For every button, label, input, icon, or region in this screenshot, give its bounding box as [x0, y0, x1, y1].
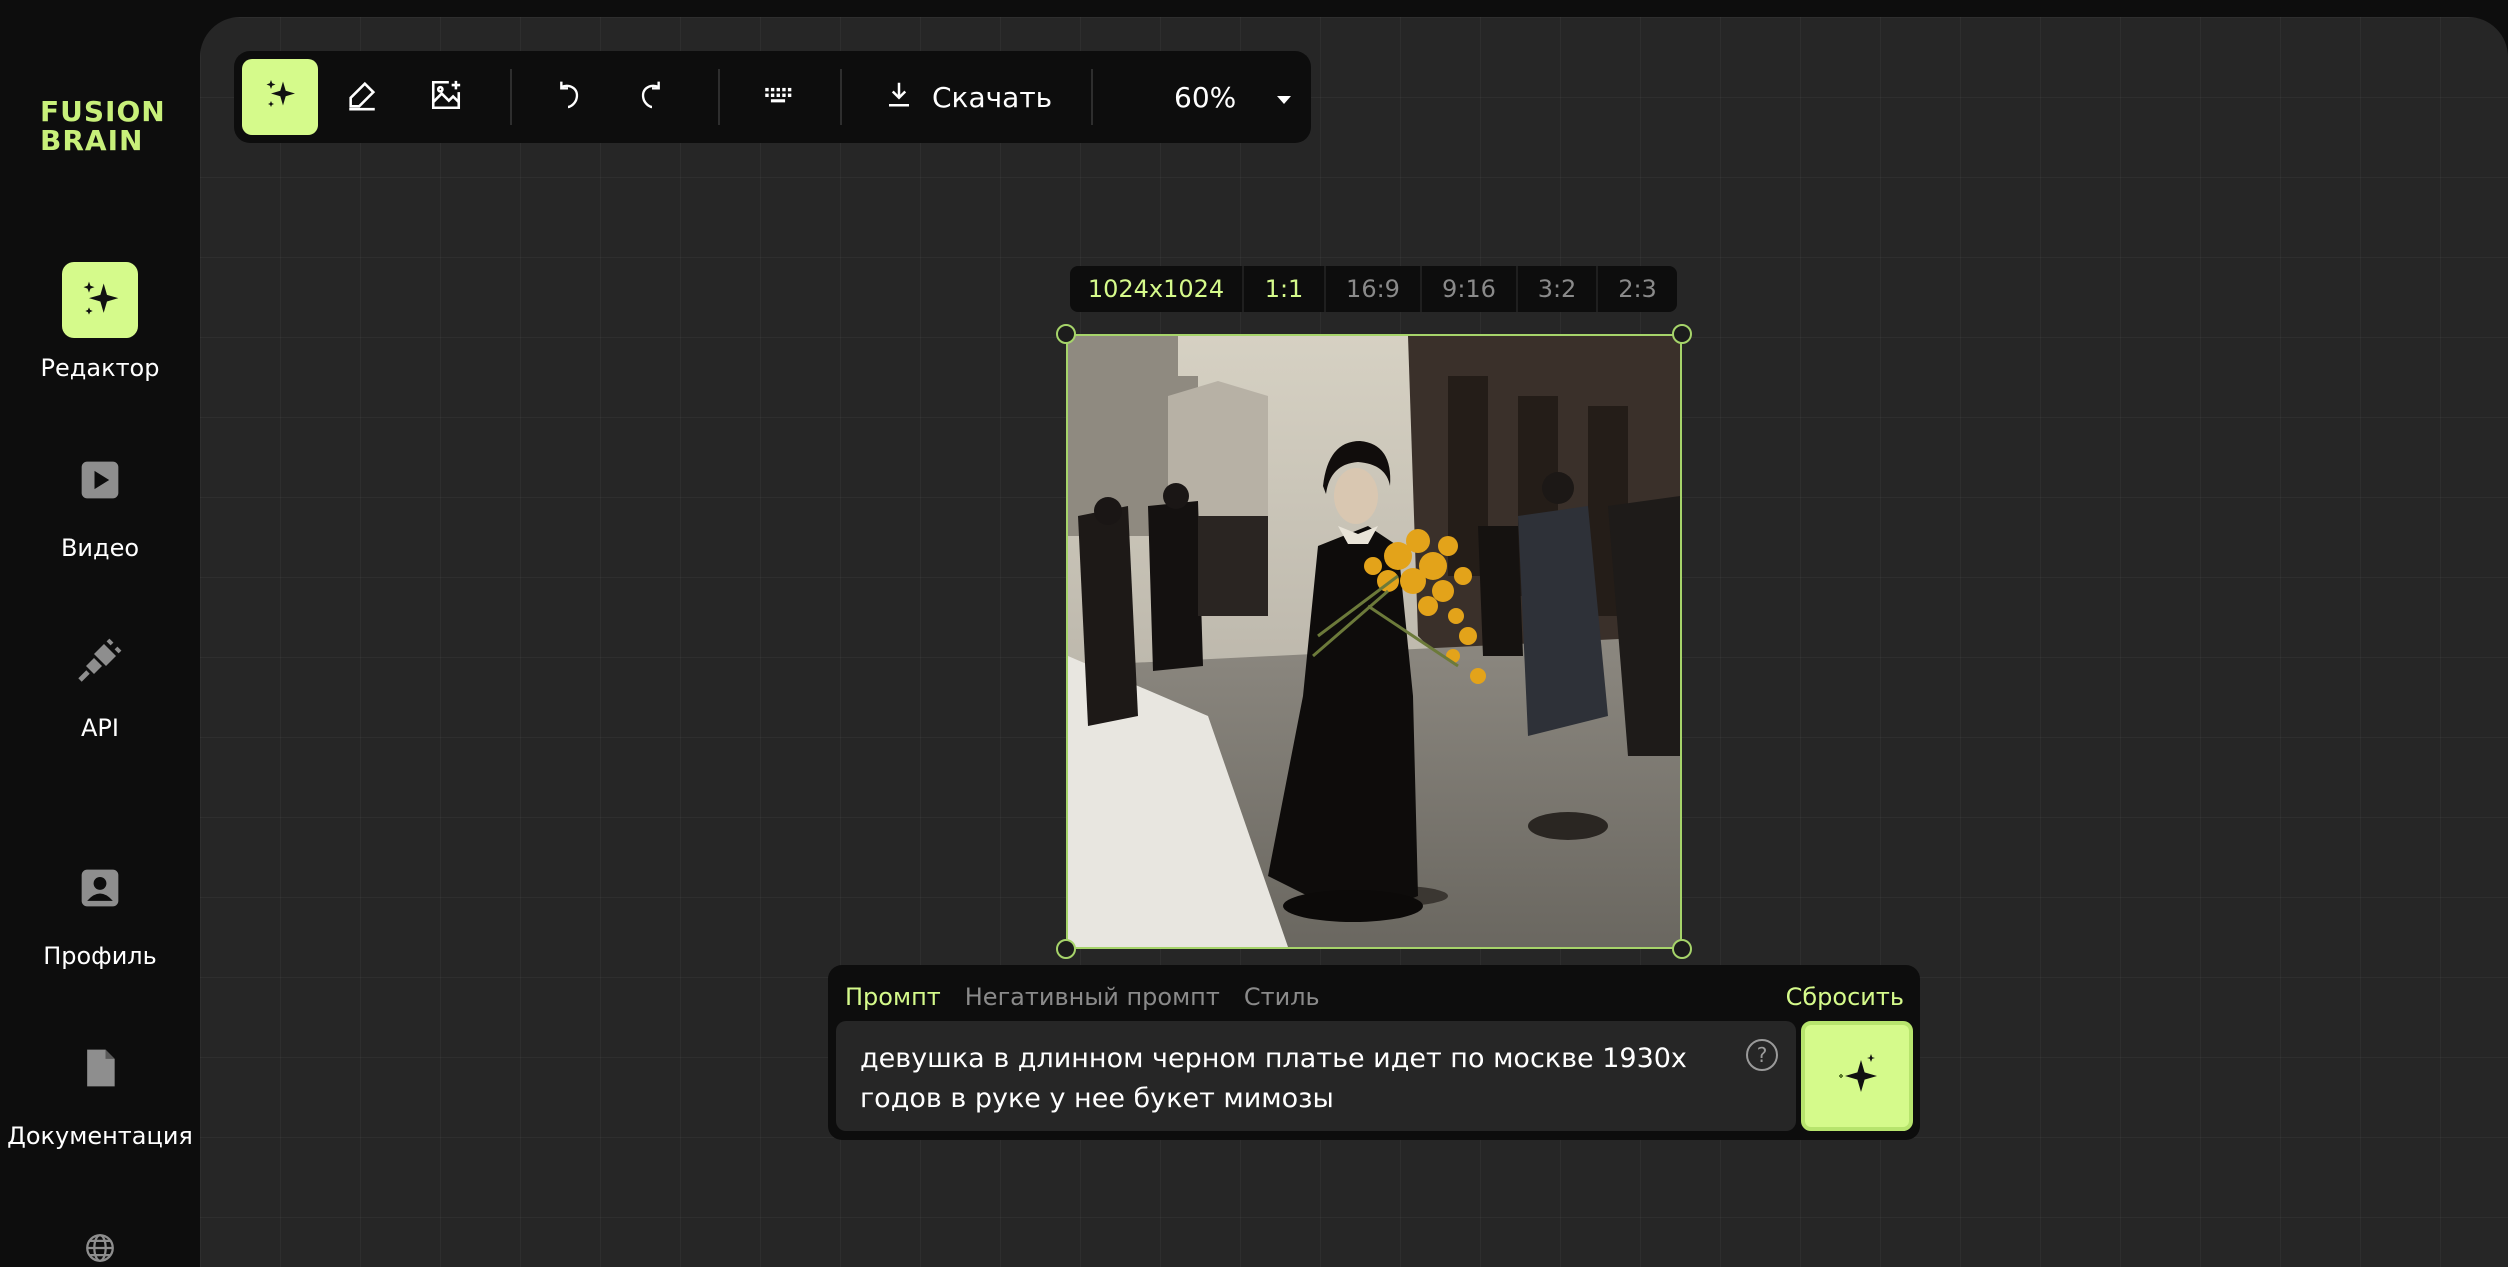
shortcuts-button[interactable] — [740, 59, 816, 135]
reset-button[interactable]: Сбросить — [1786, 977, 1904, 1017]
download-icon — [884, 79, 914, 116]
eraser-icon — [345, 78, 379, 116]
sidebar-item-editor[interactable]: Редактор — [0, 262, 200, 382]
resize-handle-bottom-right[interactable] — [1672, 939, 1692, 959]
chevron-down-icon — [1274, 81, 1294, 114]
tab-prompt[interactable]: Промпт — [845, 983, 941, 1011]
image-add-icon — [429, 78, 463, 116]
toolbar: Скачать 60% — [234, 51, 1311, 143]
toolbar-divider — [718, 69, 720, 125]
undo-button[interactable] — [530, 59, 606, 135]
ratio-2-3[interactable]: 2:3 — [1598, 266, 1677, 312]
app-logo[interactable]: FUSION BRAIN — [40, 97, 166, 155]
resize-handle-top-right[interactable] — [1672, 324, 1692, 344]
sidebar-item-label: Профиль — [43, 942, 157, 970]
play-icon — [62, 442, 138, 518]
sparkles-icon — [1833, 1050, 1881, 1102]
profile-icon — [62, 850, 138, 926]
resize-handle-top-left[interactable] — [1056, 324, 1076, 344]
download-button[interactable]: Скачать — [884, 59, 1052, 135]
toolbar-divider — [1091, 69, 1093, 125]
tab-style[interactable]: Стиль — [1244, 983, 1320, 1011]
generated-image — [1068, 336, 1680, 947]
ratio-3-2[interactable]: 3:2 — [1518, 266, 1598, 312]
zoom-dropdown[interactable]: 60% — [1134, 59, 1304, 135]
globe-icon — [62, 1226, 138, 1267]
prompt-text: девушка в длинном черном платье идет по … — [860, 1043, 1687, 1114]
sidebar-item-label: Видео — [60, 534, 140, 562]
sparkles-icon — [262, 77, 298, 117]
undo-icon — [552, 79, 584, 115]
keyboard-icon — [761, 78, 795, 116]
plug-icon — [62, 622, 138, 698]
redo-button[interactable] — [614, 59, 690, 135]
sidebar-item-label: Документация — [7, 1122, 193, 1150]
tab-negative-prompt[interactable]: Негативный промпт — [965, 983, 1220, 1011]
toolbar-divider — [510, 69, 512, 125]
zoom-value: 60% — [1174, 80, 1237, 114]
download-label: Скачать — [932, 80, 1053, 114]
image-add-tool-button[interactable] — [408, 59, 484, 135]
resolution-label: 1024x1024 — [1070, 266, 1244, 312]
generate-button[interactable] — [1801, 1021, 1913, 1131]
sidebar: FUSION BRAIN Редактор Видео API Профиль … — [0, 0, 200, 1267]
generate-tool-button[interactable] — [242, 59, 318, 135]
prompt-tabs: Промпт Негативный промпт Стиль — [845, 977, 1320, 1017]
eraser-tool-button[interactable] — [324, 59, 400, 135]
document-icon — [62, 1030, 138, 1106]
generated-image-frame[interactable] — [1056, 324, 1692, 959]
ratio-16-9[interactable]: 16:9 — [1326, 266, 1422, 312]
sidebar-item-docs[interactable]: Документация — [0, 1030, 200, 1150]
sidebar-item-api[interactable]: API — [0, 622, 200, 742]
sidebar-item-video[interactable]: Видео — [0, 442, 200, 562]
logo-line-1: FUSION — [40, 95, 166, 128]
logo-line-2: BRAIN — [40, 124, 144, 157]
sidebar-item-language[interactable] — [0, 1226, 200, 1267]
prompt-panel: Промпт Негативный промпт Стиль Сбросить … — [828, 965, 1920, 1140]
sparkles-icon — [62, 262, 138, 338]
ratio-9-16[interactable]: 9:16 — [1422, 266, 1518, 312]
toolbar-divider — [840, 69, 842, 125]
sidebar-item-label: API — [81, 714, 119, 742]
sidebar-item-profile[interactable]: Профиль — [0, 850, 200, 970]
ratio-1-1[interactable]: 1:1 — [1244, 266, 1326, 312]
prompt-input[interactable]: девушка в длинном черном платье идет по … — [836, 1021, 1796, 1131]
sidebar-item-label: Редактор — [40, 354, 160, 382]
redo-icon — [636, 79, 668, 115]
resize-handle-bottom-left[interactable] — [1056, 939, 1076, 959]
help-icon[interactable]: ? — [1746, 1039, 1778, 1071]
aspect-ratio-bar: 1024x1024 1:1 16:9 9:16 3:2 2:3 — [1070, 266, 1677, 312]
